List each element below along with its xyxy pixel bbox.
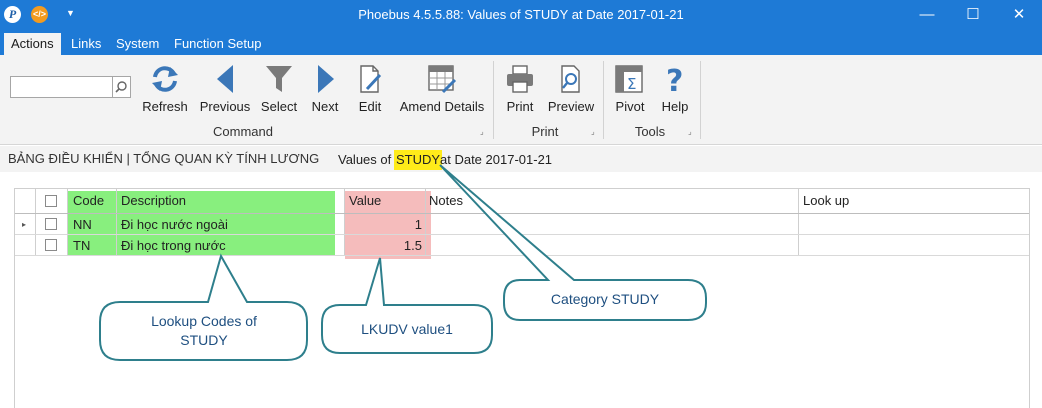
callout-line: Category STUDY [550,291,660,307]
callout-line: LKUDV value1 [361,321,453,337]
lookup-codes-callout: Lookup Codes of STUDY [104,312,304,350]
callout-line: STUDY [180,332,228,348]
lkudv-value-callout: LKUDV value1 [324,320,490,339]
callout-line: Lookup Codes of [151,313,257,329]
category-callout: Category STUDY [506,290,704,309]
